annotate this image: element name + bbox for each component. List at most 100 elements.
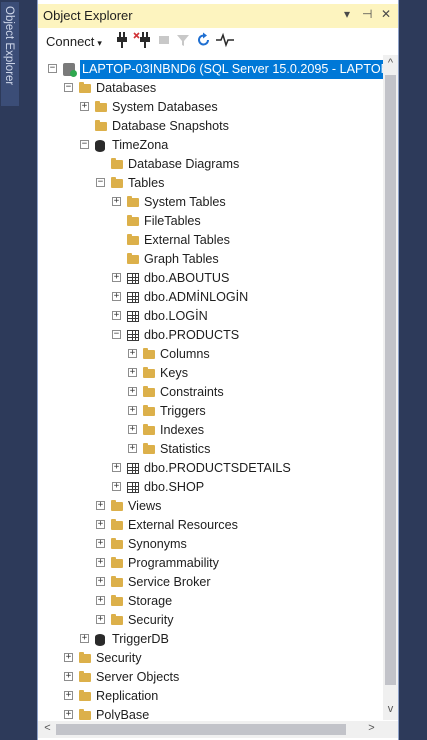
expand-icon[interactable]: + bbox=[112, 311, 121, 320]
collapse-icon[interactable]: − bbox=[64, 83, 73, 92]
activity-monitor-icon[interactable] bbox=[216, 32, 234, 52]
scroll-down-icon[interactable]: v bbox=[383, 703, 398, 715]
tree-node[interactable]: + Columns bbox=[38, 345, 383, 364]
tree-node[interactable]: + Replication bbox=[38, 687, 383, 706]
folder-icon bbox=[111, 158, 123, 169]
tree-node[interactable]: + Programmability bbox=[38, 554, 383, 573]
tree-node[interactable]: + dbo.ABOUTUS bbox=[38, 269, 383, 288]
expand-icon[interactable]: + bbox=[64, 653, 73, 662]
expand-icon[interactable]: + bbox=[128, 425, 137, 434]
expand-icon[interactable]: + bbox=[128, 406, 137, 415]
expand-icon[interactable]: + bbox=[112, 463, 121, 472]
expand-icon[interactable]: + bbox=[96, 501, 105, 510]
folder-icon bbox=[111, 614, 123, 625]
tree-node[interactable]: − dbo.PRODUCTS bbox=[38, 326, 383, 345]
expand-icon[interactable]: + bbox=[112, 197, 121, 206]
expand-icon[interactable]: + bbox=[128, 368, 137, 377]
database-icon bbox=[95, 634, 105, 646]
horizontal-scroll-thumb[interactable] bbox=[56, 724, 346, 735]
stop-icon[interactable] bbox=[158, 32, 170, 52]
tree-node[interactable]: FileTables bbox=[38, 212, 383, 231]
tree-node[interactable]: Graph Tables bbox=[38, 250, 383, 269]
expand-icon[interactable]: + bbox=[64, 672, 73, 681]
tree-node[interactable]: + TriggerDB bbox=[38, 630, 383, 649]
expand-icon[interactable]: + bbox=[80, 634, 89, 643]
expand-icon[interactable]: + bbox=[96, 615, 105, 624]
tree-node[interactable]: + Triggers bbox=[38, 402, 383, 421]
horizontal-scrollbar[interactable]: < > bbox=[38, 721, 383, 738]
scroll-right-icon[interactable]: > bbox=[364, 722, 379, 734]
tree-node[interactable]: + dbo.ADMİNLOGİN bbox=[38, 288, 383, 307]
object-explorer-side-tab[interactable]: Object Explorer bbox=[1, 2, 19, 106]
tree-node[interactable]: Database Snapshots bbox=[38, 117, 383, 136]
tree-node-label: Server Objects bbox=[96, 670, 180, 684]
expand-icon[interactable]: + bbox=[128, 387, 137, 396]
folder-icon bbox=[95, 120, 107, 131]
folder-icon bbox=[111, 538, 123, 549]
expand-icon[interactable]: + bbox=[64, 710, 73, 719]
tree-node[interactable]: + Views bbox=[38, 497, 383, 516]
tree-node[interactable]: + System Databases bbox=[38, 98, 383, 117]
expand-icon[interactable]: + bbox=[64, 691, 73, 700]
folder-icon bbox=[79, 690, 91, 701]
collapse-icon[interactable]: − bbox=[112, 330, 121, 339]
connect-plug-icon[interactable] bbox=[116, 32, 128, 52]
tree-node[interactable]: + dbo.SHOP bbox=[38, 478, 383, 497]
tree-node[interactable]: + Security bbox=[38, 649, 383, 668]
expand-icon[interactable]: + bbox=[96, 577, 105, 586]
tree-node[interactable]: − TimeZona bbox=[38, 136, 383, 155]
expand-icon[interactable]: + bbox=[128, 349, 137, 358]
tree-node[interactable]: + Synonyms bbox=[38, 535, 383, 554]
tree-node-label: dbo.ADMİNLOGİN bbox=[144, 290, 249, 304]
tree-node[interactable]: + Indexes bbox=[38, 421, 383, 440]
window-position-icon[interactable]: ▾ bbox=[344, 7, 350, 21]
tree-node[interactable]: − Databases bbox=[38, 79, 383, 98]
tree-node-label: dbo.SHOP bbox=[144, 480, 205, 494]
auto-hide-pin-icon[interactable]: ⊣ bbox=[362, 7, 372, 21]
tree-node[interactable]: External Tables bbox=[38, 231, 383, 250]
vertical-scroll-thumb[interactable] bbox=[385, 75, 396, 685]
scroll-left-icon[interactable]: < bbox=[40, 722, 55, 734]
expand-icon[interactable]: + bbox=[112, 273, 121, 282]
expand-icon[interactable]: + bbox=[112, 292, 121, 301]
tree-node[interactable]: + External Resources bbox=[38, 516, 383, 535]
tree-node[interactable]: + Storage bbox=[38, 592, 383, 611]
collapse-icon[interactable]: − bbox=[80, 140, 89, 149]
tree-node[interactable]: + Keys bbox=[38, 364, 383, 383]
server-icon bbox=[63, 63, 77, 77]
tree-node[interactable]: + Server Objects bbox=[38, 668, 383, 687]
tree-node[interactable]: Database Diagrams bbox=[38, 155, 383, 174]
tree-node[interactable]: + Statistics bbox=[38, 440, 383, 459]
tree-node[interactable]: + PolyBase bbox=[38, 706, 383, 720]
tree-node[interactable]: + Security bbox=[38, 611, 383, 630]
tree-node[interactable]: + dbo.PRODUCTSDETAILS bbox=[38, 459, 383, 478]
filter-icon[interactable] bbox=[177, 32, 189, 52]
expand-icon[interactable]: + bbox=[80, 102, 89, 111]
scroll-up-icon[interactable]: ^ bbox=[383, 57, 398, 69]
connect-button[interactable]: Connect ▾ bbox=[46, 34, 102, 49]
tree-node-label: Indexes bbox=[160, 423, 205, 437]
table-icon bbox=[127, 463, 139, 474]
tree-node[interactable]: + dbo.LOGİN bbox=[38, 307, 383, 326]
tree-node[interactable]: + Constraints bbox=[38, 383, 383, 402]
disconnect-icon[interactable] bbox=[133, 32, 151, 52]
expand-icon[interactable]: + bbox=[96, 520, 105, 529]
connect-label: Connect bbox=[46, 34, 95, 49]
expand-icon[interactable]: + bbox=[96, 596, 105, 605]
expand-icon[interactable]: + bbox=[96, 558, 105, 567]
collapse-icon[interactable]: − bbox=[96, 178, 105, 187]
tree-node[interactable]: + Service Broker bbox=[38, 573, 383, 592]
expand-icon[interactable]: + bbox=[128, 444, 137, 453]
tree-node[interactable]: + System Tables bbox=[38, 193, 383, 212]
refresh-icon[interactable] bbox=[197, 32, 211, 52]
close-icon[interactable]: ✕ bbox=[381, 7, 391, 21]
expand-icon[interactable]: + bbox=[96, 539, 105, 548]
tree-node[interactable]: − Tables bbox=[38, 174, 383, 193]
vertical-scrollbar[interactable]: ^ v bbox=[383, 55, 398, 720]
folder-icon bbox=[143, 367, 155, 378]
folder-icon bbox=[143, 405, 155, 416]
tree-node[interactable]: − LAPTOP-03INBND6 (SQL Server 15.0.2095 -… bbox=[38, 60, 383, 79]
expand-icon[interactable]: + bbox=[112, 482, 121, 491]
collapse-icon[interactable]: − bbox=[48, 64, 57, 73]
tree-node-label: Statistics bbox=[160, 442, 211, 456]
